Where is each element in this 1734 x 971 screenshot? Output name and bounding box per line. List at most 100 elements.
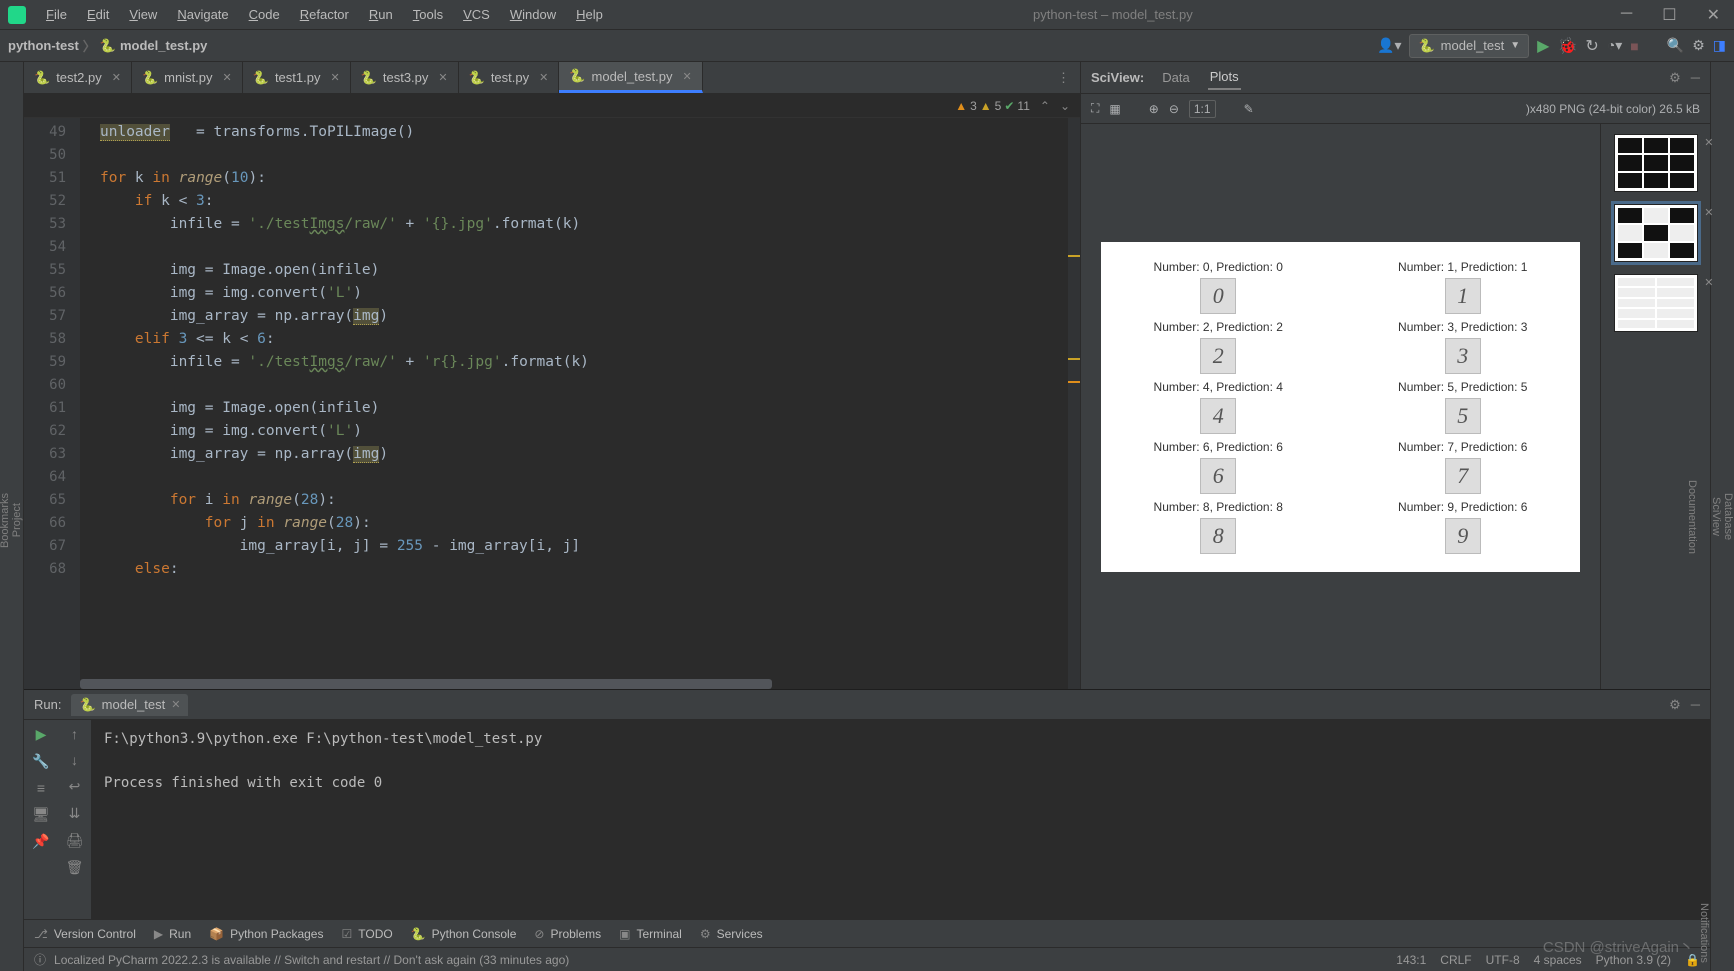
menu-run[interactable]: Run: [361, 4, 401, 25]
fullscreen-icon[interactable]: ⛶: [1091, 101, 1099, 116]
chevron-up-icon[interactable]: ⌃: [1040, 99, 1050, 113]
close-icon[interactable]: ✕: [1701, 5, 1726, 25]
settings-icon[interactable]: ⚙: [1692, 37, 1705, 54]
menu-edit[interactable]: Edit: [79, 4, 117, 25]
close-icon[interactable]: ✕: [330, 71, 339, 84]
up-icon[interactable]: ↑: [71, 726, 78, 742]
close-icon[interactable]: ✕: [682, 70, 691, 83]
tab-mnist-py[interactable]: mnist.py✕: [132, 62, 243, 93]
wrench-icon[interactable]: 🔧: [32, 753, 49, 770]
stop-button[interactable]: ■: [1630, 38, 1638, 54]
profile-button[interactable]: ◔▾: [1607, 37, 1622, 54]
close-icon[interactable]: ✕: [1704, 206, 1713, 219]
zoom-in-icon[interactable]: ⊕: [1149, 102, 1159, 116]
search-icon[interactable]: 🔍: [1667, 37, 1684, 54]
run-console[interactable]: F:\python3.9\python.exe F:\python-test\m…: [92, 720, 1710, 919]
encoding[interactable]: UTF-8: [1486, 953, 1520, 967]
code-with-me-icon[interactable]: ◨: [1713, 37, 1726, 54]
close-icon[interactable]: ✕: [539, 71, 548, 84]
rerun-icon[interactable]: ▶: [36, 726, 47, 743]
sciview-tool[interactable]: SciView: [1710, 489, 1722, 544]
code-area[interactable]: unloader = transforms.ToPILImage() for k…: [94, 118, 1068, 689]
menu-help[interactable]: Help: [568, 4, 611, 25]
tab-test2-py[interactable]: test2.py✕: [24, 62, 132, 93]
close-icon[interactable]: ✕: [112, 71, 121, 84]
menu-refactor[interactable]: Refactor: [292, 4, 357, 25]
thumbnail-3[interactable]: [1614, 274, 1698, 332]
close-icon[interactable]: ✕: [1704, 276, 1713, 289]
print-icon[interactable]: 🖨: [66, 832, 84, 849]
inspection-summary[interactable]: ▲3 ▲5 ✔11: [955, 99, 1030, 113]
plot-canvas[interactable]: Number: 0, Prediction: 00Number: 1, Pred…: [1081, 124, 1600, 689]
menu-vcs[interactable]: VCS: [455, 4, 498, 25]
interpreter[interactable]: Python 3.9 (2): [1596, 953, 1671, 967]
thumbnail-1[interactable]: [1614, 134, 1698, 192]
close-icon[interactable]: ✕: [223, 71, 232, 84]
project-tool[interactable]: Project: [11, 495, 23, 545]
user-add-icon[interactable]: 👤▾: [1377, 37, 1401, 54]
tab-model_test-py[interactable]: model_test.py✕: [559, 62, 702, 93]
wrap-icon[interactable]: ↩: [69, 778, 81, 795]
color-picker-icon[interactable]: ✎: [1244, 102, 1254, 116]
chevron-down-icon[interactable]: ⌄: [1060, 99, 1070, 113]
bottom-tool-run[interactable]: ▶Run: [154, 927, 191, 941]
bottom-tool-python-console[interactable]: 🐍Python Console: [411, 927, 517, 941]
notifications-tool[interactable]: Notifications: [1698, 895, 1710, 971]
tab-data[interactable]: Data: [1160, 66, 1191, 89]
bottom-tool-todo[interactable]: ☑TODO: [341, 927, 392, 941]
settings-icon[interactable]: ⚙: [1669, 70, 1681, 86]
close-icon[interactable]: ✕: [171, 698, 180, 711]
bookmarks-tool[interactable]: Bookmarks: [0, 485, 11, 556]
cursor-position[interactable]: 143:1: [1396, 953, 1426, 967]
layout-icon[interactable]: ≡: [37, 780, 45, 796]
indent[interactable]: 4 spaces: [1534, 953, 1582, 967]
info-icon[interactable]: ⓘ: [34, 951, 46, 968]
menu-view[interactable]: View: [121, 4, 165, 25]
menu-window[interactable]: Window: [502, 4, 564, 25]
maximize-icon[interactable]: ☐: [1656, 5, 1682, 25]
tab-test3-py[interactable]: test3.py✕: [351, 62, 459, 93]
editor-body[interactable]: 49 50 51 52 53 54 55 56 57 58 59 60 61 6…: [24, 118, 1080, 689]
settings-icon[interactable]: ⚙: [1669, 697, 1681, 713]
status-message[interactable]: Localized PyCharm 2022.2.3 is available …: [54, 953, 569, 967]
scroll-icon[interactable]: ⇊: [69, 805, 81, 822]
tabs-more-icon[interactable]: ⋮: [1047, 62, 1080, 93]
thumbnail-2[interactable]: [1614, 204, 1698, 262]
run-config-dropdown[interactable]: model_test ▼: [1409, 34, 1529, 58]
bottom-tool-services[interactable]: ⚙Services: [700, 927, 763, 941]
close-icon[interactable]: ✕: [438, 71, 447, 84]
bottom-tool-terminal[interactable]: ▣Terminal: [619, 927, 682, 941]
pin-icon[interactable]: 📌: [32, 833, 49, 850]
tab-plots[interactable]: Plots: [1208, 65, 1241, 90]
database-tool[interactable]: Database: [1722, 485, 1734, 548]
down-icon[interactable]: ↓: [71, 752, 78, 768]
coverage-button[interactable]: ↻: [1585, 36, 1598, 56]
grid-icon[interactable]: ▦: [1109, 102, 1120, 116]
close-icon[interactable]: ✕: [1704, 136, 1713, 149]
documentation-tool[interactable]: Documentation: [1686, 472, 1698, 562]
bottom-tool-version-control[interactable]: ⎇Version Control: [34, 927, 136, 941]
menu-code[interactable]: Code: [241, 4, 288, 25]
run-button[interactable]: ▶: [1537, 36, 1549, 56]
breadcrumb-file[interactable]: model_test.py: [120, 38, 207, 53]
menu-file[interactable]: File: [38, 4, 75, 25]
bottom-tool-python-packages[interactable]: 📦Python Packages: [209, 927, 323, 941]
tab-test1-py[interactable]: test1.py✕: [243, 62, 351, 93]
menu-navigate[interactable]: Navigate: [169, 4, 236, 25]
debug-button[interactable]: 🐞: [1557, 36, 1577, 56]
bottom-tool-problems[interactable]: ⊘Problems: [534, 927, 601, 941]
tab-test-py[interactable]: test.py✕: [459, 62, 560, 93]
screen-icon[interactable]: 🖥: [32, 806, 50, 823]
hide-icon[interactable]: ─: [1691, 697, 1700, 713]
breadcrumb-project[interactable]: python-test: [8, 38, 79, 53]
minimize-icon[interactable]: ─: [1615, 5, 1638, 25]
trash-icon[interactable]: 🗑: [66, 859, 84, 876]
zoom-out-icon[interactable]: ⊖: [1169, 102, 1179, 116]
run-tab[interactable]: model_test ✕: [71, 694, 188, 716]
error-stripe[interactable]: [1068, 118, 1080, 689]
hide-icon[interactable]: ─: [1691, 70, 1700, 86]
scrollbar-thumb[interactable]: [80, 679, 772, 689]
menu-tools[interactable]: Tools: [405, 4, 451, 25]
line-separator[interactable]: CRLF: [1440, 953, 1471, 967]
editor-hscrollbar[interactable]: [24, 679, 911, 689]
